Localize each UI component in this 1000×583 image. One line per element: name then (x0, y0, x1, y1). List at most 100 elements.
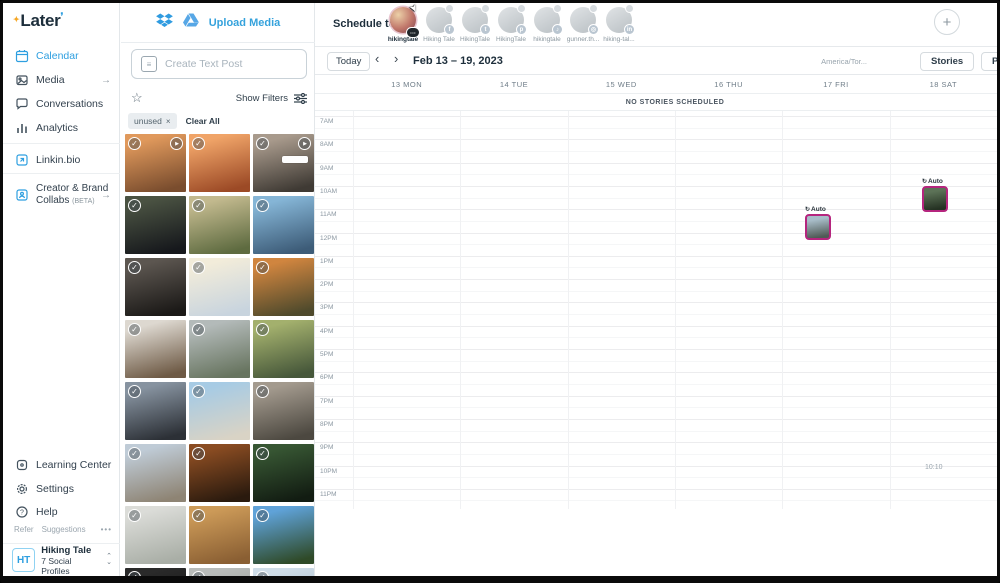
media-thumbnail[interactable]: ✓ (125, 196, 186, 254)
profile-avatar-pinterest[interactable]: p HikingTale (491, 4, 531, 43)
suggestions-link[interactable]: Suggestions (42, 525, 86, 534)
filter-sliders-icon[interactable] (294, 92, 307, 104)
selected-check-icon[interactable]: ✓ (192, 509, 205, 522)
google-drive-icon[interactable] (182, 13, 199, 32)
selected-check-icon[interactable]: ✓ (192, 323, 205, 336)
selected-check-icon[interactable]: ✓ (256, 447, 269, 460)
close-icon[interactable]: × (166, 117, 171, 126)
selected-check-icon[interactable]: ✓ (128, 323, 141, 336)
media-thumbnail[interactable]: ✓ (189, 320, 250, 378)
media-thumbnail[interactable]: ✓ (189, 506, 250, 564)
selected-check-icon[interactable]: ✓ (256, 137, 269, 150)
selected-check-icon[interactable]: ✓ (256, 199, 269, 212)
day-column-header[interactable]: 15 WED (606, 80, 637, 89)
filter-chip-unused[interactable]: unused × (128, 113, 177, 129)
profile-avatar-facebook[interactable]: f Hiking Tale (419, 4, 459, 43)
media-thumbnail[interactable]: ✓ (253, 196, 314, 254)
sidebar-item-analytics[interactable]: Analytics (3, 117, 120, 139)
sidebar-item-creator-collabs[interactable]: Creator & Brand Collabs (BETA) → (3, 179, 120, 211)
media-thumbnail[interactable]: ✓ (253, 506, 314, 564)
profile-avatar-instagram[interactable]: ••• ➤ hikingtale (383, 3, 423, 43)
post-thumbnail[interactable] (805, 214, 831, 240)
selected-check-icon[interactable]: ✓ (256, 261, 269, 274)
selected-check-icon[interactable]: ✓ (128, 261, 141, 274)
week-time-grid[interactable]: 7AM 8AM 9AM 10AM 11AM 12PM 1PM 2PM 3PM 4PM 5PM 6PM 7… (315, 111, 997, 576)
star-icon[interactable]: ☆ (131, 90, 143, 106)
media-thumbnail[interactable]: ✓ (125, 506, 186, 564)
next-week-button[interactable]: › (394, 51, 398, 66)
upload-media-button[interactable]: Upload Media (209, 17, 281, 29)
media-thumbnail[interactable]: ✓ (125, 568, 186, 576)
profile-avatar-twitter[interactable]: t HikingTale (455, 4, 495, 43)
sidebar-item-linkinbio[interactable]: Linkin.bio (3, 149, 120, 171)
media-thumbnail[interactable]: ✓ (189, 568, 250, 576)
selected-check-icon[interactable]: ✓ (128, 385, 141, 398)
media-thumbnail[interactable]: ✓ ▶ (253, 134, 314, 192)
timezone-label[interactable]: America/Tor... (821, 57, 867, 66)
selected-check-icon[interactable]: ✓ (256, 509, 269, 522)
day-column-header[interactable]: 18 SAT (930, 80, 957, 89)
media-thumbnail[interactable]: ✓ (253, 568, 314, 576)
selected-check-icon[interactable]: ✓ (128, 137, 141, 150)
sidebar-item-calendar[interactable]: Calendar (3, 45, 120, 67)
media-thumbnail[interactable]: ✓ (253, 382, 314, 440)
media-thumbnail[interactable]: ✓ (189, 258, 250, 316)
account-switcher[interactable]: HT Hiking Tale 7 Social Profiles ⌃ ⌄ (3, 544, 120, 576)
profile-avatar-linkedin[interactable]: in hiking-tal... (599, 4, 639, 43)
media-thumbnail[interactable]: ✓ (125, 320, 186, 378)
day-column-header[interactable]: 13 MON (391, 80, 422, 89)
selected-check-icon[interactable]: ✓ (192, 261, 205, 274)
selected-check-icon[interactable]: ✓ (192, 385, 205, 398)
today-button[interactable]: Today (327, 52, 371, 71)
create-text-post-input[interactable]: ≡ Create Text Post (131, 49, 307, 79)
media-thumbnail[interactable]: ✓ (125, 258, 186, 316)
profile-options-badge[interactable]: ••• (406, 27, 420, 38)
post-thumbnail[interactable] (922, 186, 948, 212)
sidebar-item-settings[interactable]: Settings (3, 478, 120, 500)
media-thumbnail[interactable]: ✓ (253, 444, 314, 502)
sidebar-item-media[interactable]: Media → (3, 69, 120, 91)
show-filters-button[interactable]: Show Filters (236, 93, 288, 104)
sidebar-item-help[interactable]: ? Help (3, 501, 120, 523)
preview-button[interactable]: Preview (981, 52, 997, 71)
media-thumbnail[interactable]: ✓ (253, 320, 314, 378)
sidebar-item-learning-center[interactable]: Learning Center (3, 454, 120, 476)
scheduled-story-post[interactable]: ↻Auto (805, 206, 832, 240)
media-thumbnail[interactable]: ✓ (189, 444, 250, 502)
selected-check-icon[interactable]: ✓ (192, 199, 205, 212)
media-thumbnail[interactable]: ✓ (125, 444, 186, 502)
refer-link[interactable]: Refer (14, 525, 34, 534)
stories-button[interactable]: Stories (920, 52, 975, 71)
sidebar-item-conversations[interactable]: Conversations (3, 93, 120, 115)
media-thumbnail[interactable]: ✓ ▶ (125, 134, 186, 192)
media-thumbnail[interactable]: ✓ (189, 382, 250, 440)
media-thumbnail[interactable]: ✓ (125, 382, 186, 440)
selected-check-icon[interactable]: ✓ (256, 571, 269, 576)
dropbox-icon[interactable] (155, 13, 173, 33)
media-thumbnail[interactable]: ✓ (253, 258, 314, 316)
media-thumbnail[interactable]: ✓ (189, 134, 250, 192)
selected-check-icon[interactable]: ✓ (128, 199, 141, 212)
day-column-header[interactable]: 16 THU (714, 80, 743, 89)
selected-check-icon[interactable]: ✓ (128, 571, 141, 576)
selected-check-icon[interactable]: ✓ (256, 323, 269, 336)
profile-avatar-instagram[interactable]: ◎ gunner.th... (563, 4, 603, 43)
selected-check-icon[interactable]: ✓ (192, 447, 205, 460)
suggested-time-slot[interactable]: 10:10 (925, 464, 943, 471)
day-column-header[interactable]: 17 FRI (823, 80, 849, 89)
later-logo[interactable]: ✦Later❜ (13, 11, 63, 31)
profile-avatar-tiktok[interactable]: ♪ hikingtale (527, 4, 567, 43)
prev-week-button[interactable]: ‹ (375, 51, 379, 66)
media-thumbnail[interactable]: ✓ (189, 196, 250, 254)
selected-check-icon[interactable]: ✓ (128, 509, 141, 522)
profile-name-label: HikingTale (496, 36, 526, 43)
add-profile-button[interactable]: + (934, 9, 960, 35)
clear-all-filters-button[interactable]: Clear All (186, 116, 220, 126)
day-column-header[interactable]: 14 TUE (500, 80, 528, 89)
scheduled-story-post[interactable]: ↻Auto (922, 178, 949, 212)
selected-check-icon[interactable]: ✓ (192, 137, 205, 150)
more-options-icon[interactable]: ••• (101, 525, 112, 534)
selected-check-icon[interactable]: ✓ (256, 385, 269, 398)
selected-check-icon[interactable]: ✓ (192, 571, 205, 576)
selected-check-icon[interactable]: ✓ (128, 447, 141, 460)
